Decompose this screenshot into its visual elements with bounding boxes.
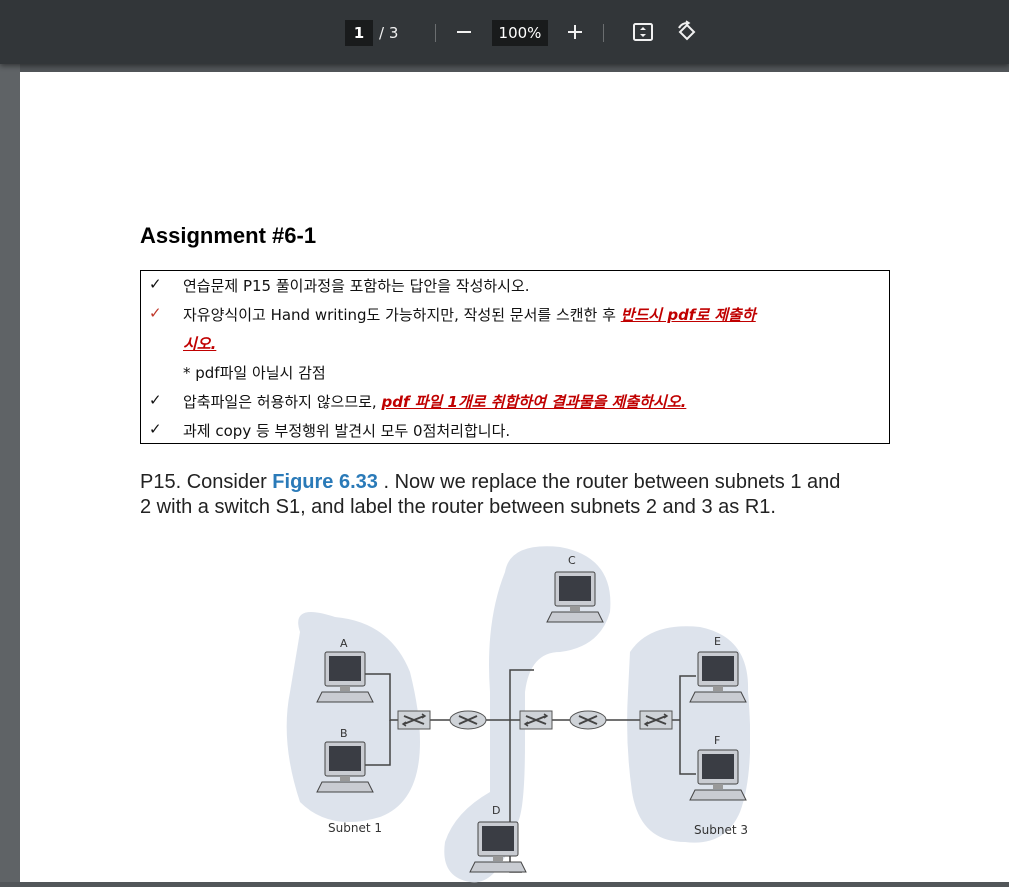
fit-page-icon	[633, 23, 653, 41]
rule-text: 자유양식이고 Hand writing도 가능하지만, 작성된 문서를 스캔한 …	[183, 306, 621, 324]
instructions-box: ✓ 연습문제 P15 풀이과정을 포함하는 답안을 작성하시오. ✓ 자유양식이…	[140, 270, 890, 444]
check-icon: ✓	[149, 391, 162, 409]
host-label-a: A	[340, 637, 348, 650]
rule-emphasis: 시오.	[183, 335, 217, 353]
fit-page-button[interactable]	[630, 18, 656, 46]
problem-text: P15. Consider Figure 6.33 . Now we repla…	[140, 470, 900, 520]
switch-icon	[639, 710, 673, 730]
computer-icon	[316, 741, 374, 793]
para-text: 2 with a switch S1, and label the router…	[140, 496, 776, 518]
host-label-b: B	[340, 727, 348, 740]
subnet3-label: Subnet 3	[694, 823, 748, 837]
sidebar-edge	[0, 64, 20, 882]
rule-text: 연습문제 P15 풀이과정을 포함하는 답안을 작성하시오.	[183, 277, 530, 295]
rule-emphasis: pdf 파일 1개로 취합하여 결과물을 제출하시오.	[381, 393, 687, 411]
zoom-in-button[interactable]	[563, 18, 587, 46]
subnet1-label: Subnet 1	[328, 821, 382, 835]
para-text: P15. Consider	[140, 471, 273, 493]
page-current: 1	[353, 24, 365, 42]
figure-link[interactable]: Figure 6.33	[272, 471, 378, 493]
computer-icon	[689, 651, 747, 703]
rule-text: * pdf파일 아닐시 감점	[183, 364, 326, 382]
host-label-d: D	[492, 804, 500, 817]
toolbar-divider	[603, 24, 604, 42]
switch-icon	[519, 710, 553, 730]
computer-icon	[546, 571, 604, 623]
host-label-f: F	[714, 734, 720, 747]
check-icon: ✓	[149, 275, 162, 293]
computer-icon	[469, 821, 527, 873]
rule-emphasis: 반드시 pdf로 제출하	[620, 306, 756, 324]
host-label-c: C	[568, 554, 576, 567]
rotate-button[interactable]	[674, 18, 700, 46]
pdf-page: Assignment #6-1 ✓ 연습문제 P15 풀이과정을 포함하는 답안…	[20, 72, 1009, 883]
assignment-title: Assignment #6-1	[140, 223, 317, 248]
page-number-input[interactable]: 1	[345, 20, 373, 46]
zoom-out-button[interactable]	[452, 18, 476, 46]
page-total: / 3	[379, 24, 399, 42]
plus-icon	[568, 25, 582, 39]
host-label-e: E	[714, 635, 721, 648]
check-icon: ✓	[149, 420, 162, 438]
rule-text: 과제 copy 등 부정행위 발견시 모두 0점처리합니다.	[183, 422, 511, 440]
router-icon	[569, 710, 607, 730]
toolbar-divider	[435, 24, 436, 42]
computer-icon	[689, 749, 747, 801]
network-diagram: A B C D E F Subnet 1 Subnet 3	[286, 546, 750, 883]
pdf-toolbar: 1 / 3 100%	[0, 0, 1009, 64]
zoom-level: 100%	[498, 24, 542, 42]
switch-icon	[397, 710, 431, 730]
rule-text: 압축파일은 허용하지 않으므로,	[183, 393, 382, 411]
minus-icon	[457, 31, 471, 33]
computer-icon	[316, 651, 374, 703]
zoom-level-input[interactable]: 100%	[492, 20, 548, 46]
rotate-icon	[678, 20, 696, 41]
para-text: . Now we replace the router between subn…	[377, 471, 841, 493]
check-icon: ✓	[149, 304, 162, 322]
router-icon	[449, 710, 487, 730]
